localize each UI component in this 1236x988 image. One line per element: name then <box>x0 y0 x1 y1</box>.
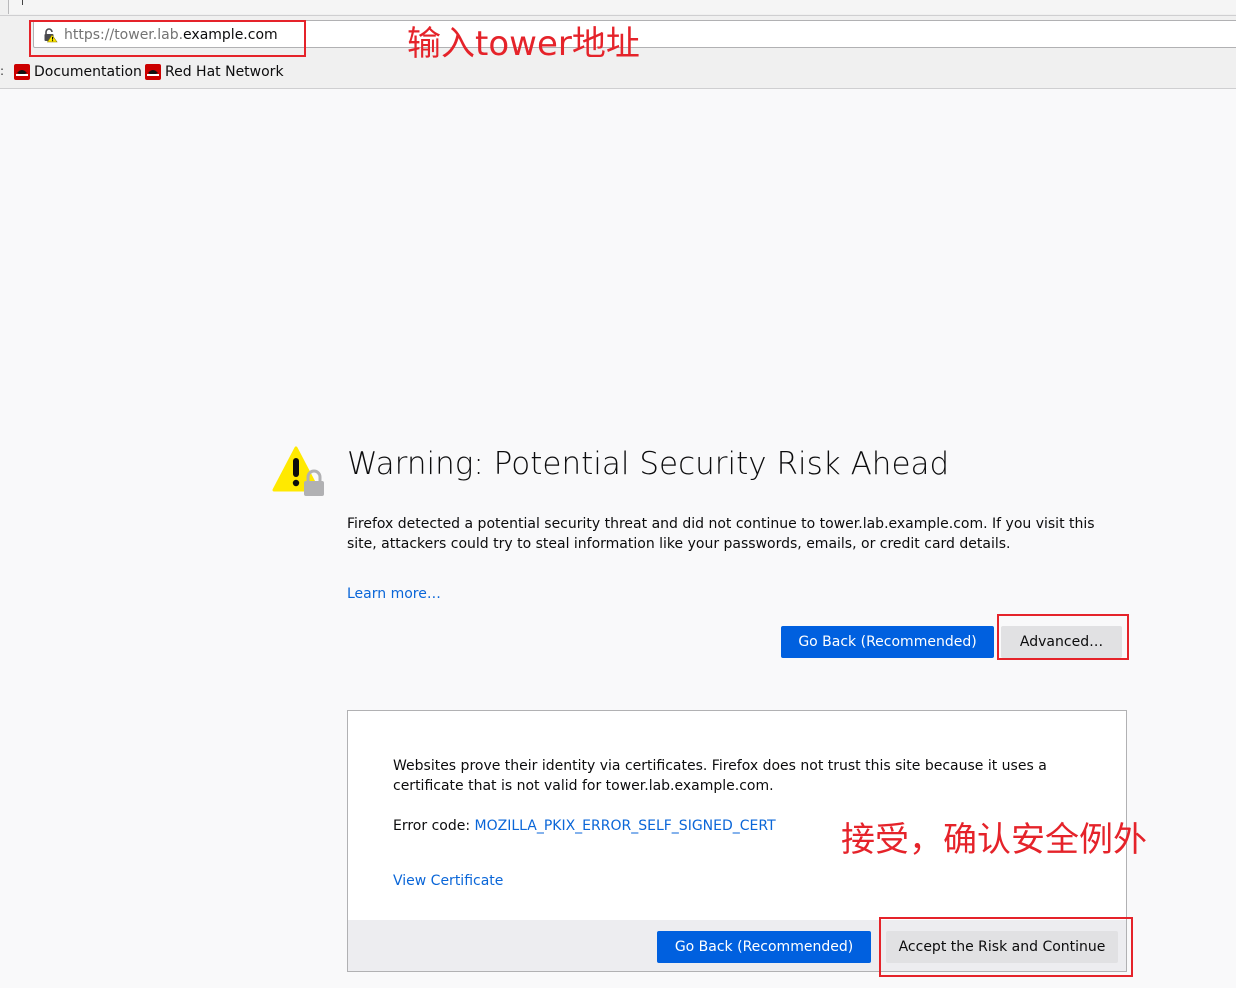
bookmark-label: Red Hat Network <box>165 64 284 80</box>
annotation-box-url <box>29 20 306 57</box>
redhat-favicon-icon <box>145 64 161 80</box>
bookmark-documentation[interactable]: Documentation <box>14 62 142 82</box>
error-code-label: Error code: <box>393 818 475 834</box>
learn-more-link[interactable]: Learn more… <box>347 584 441 604</box>
go-back-button[interactable]: Go Back (Recommended) <box>781 626 994 658</box>
tab-edge[interactable] <box>8 0 1236 14</box>
bookmarks-overflow-icon[interactable]: : <box>0 64 4 78</box>
annotation-box-accept <box>879 917 1133 977</box>
error-code-line: Error code: MOZILLA_PKIX_ERROR_SELF_SIGN… <box>393 816 776 836</box>
bookmark-label: Documentation <box>34 64 142 80</box>
annotation-box-advanced <box>997 614 1129 660</box>
view-certificate-link[interactable]: View Certificate <box>393 871 503 891</box>
page-title: Warning: Potential Security Risk Ahead <box>347 446 950 482</box>
warning-lock-icon <box>272 446 324 496</box>
redhat-favicon-icon <box>14 64 30 80</box>
go-back-button-secondary[interactable]: Go Back (Recommended) <box>657 931 871 963</box>
error-code-link[interactable]: MOZILLA_PKIX_ERROR_SELF_SIGNED_CERT <box>475 818 776 834</box>
intro-text: Firefox detected a potential security th… <box>347 516 1095 552</box>
tab-separator <box>22 0 23 5</box>
annotation-accept-exception: 接受，确认安全例外 <box>841 820 1147 860</box>
certificate-explanation: Websites prove their identity via certif… <box>393 758 1047 794</box>
bookmark-red-hat-network[interactable]: Red Hat Network <box>145 62 284 82</box>
annotation-enter-address: 输入tower地址 <box>407 24 640 64</box>
tab-strip <box>0 0 1236 16</box>
